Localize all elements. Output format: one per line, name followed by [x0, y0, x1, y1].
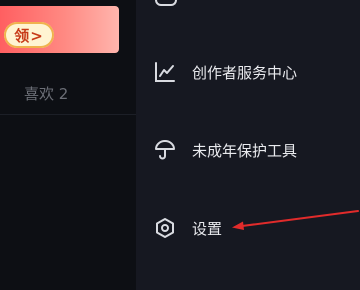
claim-button-label: 领>	[14, 26, 44, 45]
menu-item-label: 设置	[192, 219, 223, 238]
annotation-arrow	[232, 210, 359, 230]
menu-item-label: 创作者服务中心	[192, 63, 298, 82]
promo-banner[interactable]: 领>	[0, 6, 119, 53]
menu-item-label: 未成年保护工具	[192, 141, 298, 160]
left-panel: 领> 喜欢 2	[0, 0, 136, 290]
partial-menu-icon	[155, 0, 177, 6]
divider	[0, 114, 136, 115]
chart-icon	[152, 59, 178, 85]
likes-tab[interactable]: 喜欢 2	[24, 83, 68, 104]
claim-button[interactable]: 领>	[4, 22, 54, 48]
menu-item-minor-protection[interactable]: 未成年保护工具	[152, 137, 297, 163]
umbrella-icon	[152, 137, 178, 163]
menu-item-creator-services[interactable]: 创作者服务中心	[152, 59, 297, 85]
settings-hexagon-icon	[152, 215, 178, 241]
menu-item-settings[interactable]: 设置	[152, 215, 222, 241]
